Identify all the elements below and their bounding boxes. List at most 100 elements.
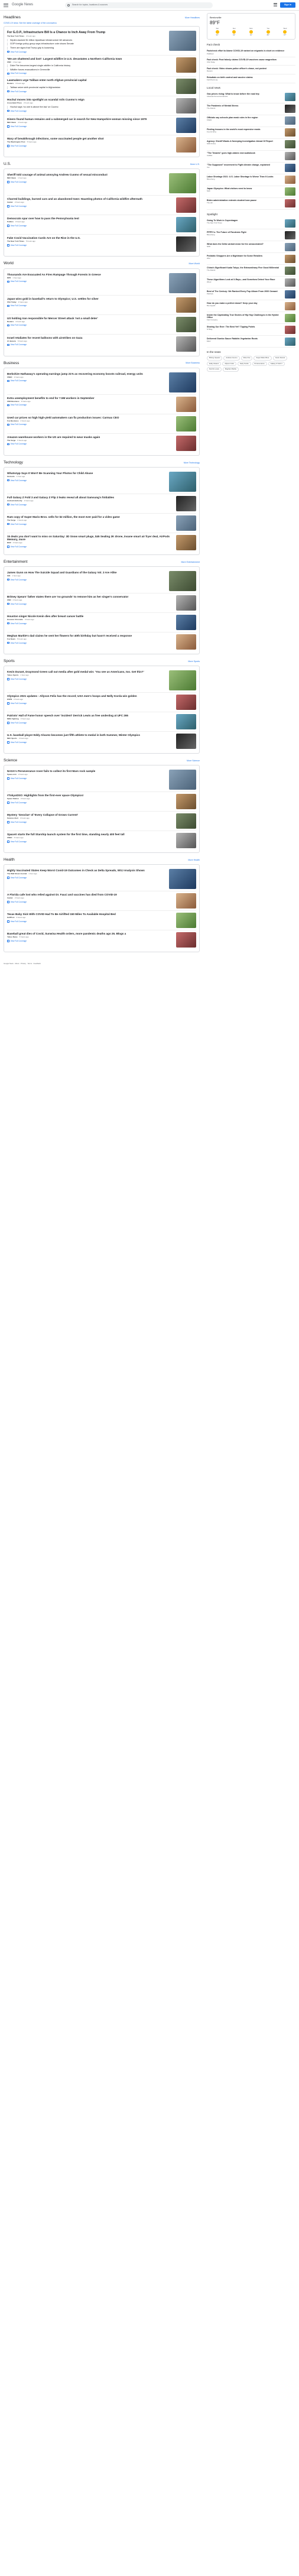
full-coverage-link[interactable]: View Full Coverage	[7, 504, 173, 506]
side-item-thumbnail[interactable]	[285, 176, 295, 184]
story-headline[interactable]: Amazon warehouse workers in the US are r…	[7, 436, 173, 439]
side-item-thumbnail[interactable]	[285, 337, 295, 346]
spotlight-item[interactable]: Best of The Century: We Ranked Every Pop…	[207, 288, 295, 301]
full-coverage-link[interactable]: View Full Coverage	[7, 901, 173, 903]
search-input[interactable]: Search for topics, locations & sources	[72, 4, 108, 6]
side-item-headline[interactable]: "The Supposed" movement to Fight climate…	[207, 164, 282, 166]
full-coverage-link[interactable]: View Full Coverage	[7, 777, 165, 780]
weather-card[interactable]: Bentonville 89°F Sat 90° Sun 92° Mon 91° Tue 88…	[207, 13, 295, 40]
topic-chip[interactable]: Andrew Cuomo	[223, 356, 240, 361]
menu-icon[interactable]	[4, 3, 8, 7]
factcheck-item[interactable]: Fact check: Video shows police officer's…	[207, 66, 295, 75]
story-source[interactable]: Gizmodo	[7, 475, 15, 478]
sub-story[interactable]: GOP foreign policy group says infrastruc…	[7, 43, 165, 46]
side-item-headline[interactable]: Pediatric Shoppers Are a Nightmare for S…	[207, 255, 282, 257]
story-source[interactable]: BGR	[7, 541, 11, 544]
story-thumbnail[interactable]	[176, 435, 196, 451]
side-item-thumbnail[interactable]	[285, 231, 295, 239]
full-coverage-link[interactable]: View Full Coverage	[7, 51, 165, 53]
story-item[interactable]: Highly Vaccinated States Keep Worst Covi…	[7, 867, 196, 892]
story-source[interactable]: MMA Fighting	[7, 718, 19, 720]
story-source[interactable]: Politico	[7, 220, 14, 223]
story-source[interactable]: NPR	[7, 277, 11, 279]
story-item[interactable]: 'We are shattered and lost': Largest wil…	[7, 56, 196, 77]
side-item-thumbnail[interactable]	[285, 301, 295, 310]
story-item[interactable]: Mystery 'Geoclue' of 'Every Collapse of …	[7, 812, 196, 832]
full-coverage-link[interactable]: View Full Coverage	[7, 244, 173, 246]
spotlight-item[interactable]: Sharing Our Ever: The Best Yet? Tipping …	[207, 324, 295, 336]
story-item[interactable]: Dinero found human remains and a submerg…	[7, 116, 196, 136]
local-item[interactable]: Finding lessons in the world's most expe…	[207, 127, 295, 139]
story-thumbnail[interactable]	[176, 714, 196, 730]
side-item-headline[interactable]: Best of The Century: We Ranked Every Pop…	[207, 290, 282, 293]
story-thumbnail[interactable]	[169, 173, 196, 194]
topic-chip[interactable]: Kevin Durant	[272, 356, 288, 361]
story-item[interactable]: Democrats spar over how to pass the Penn…	[7, 215, 196, 235]
full-coverage-link[interactable]: View Full Coverage	[7, 821, 173, 823]
story-headline[interactable]: WhatsApp Says It Won't Be Scanning Your …	[7, 472, 165, 475]
story-headline[interactable]: Japan wins gold in baseball's return to …	[7, 297, 173, 301]
side-item-thumbnail[interactable]	[285, 187, 295, 196]
story-headline[interactable]: Charred buildings, burned cars and an ab…	[7, 197, 173, 201]
story-headline[interactable]: James Gunn on How The Suicide Squad and …	[7, 571, 165, 575]
side-item-thumbnail[interactable]	[285, 199, 295, 208]
story-headline[interactable]: U.S. baseball player Eddy Alvarez become…	[7, 734, 173, 737]
story-item[interactable]: Fake Covid Vaccination Cards Are on the …	[7, 235, 196, 254]
story-item[interactable]: NASA's Perseverance rover fails to colle…	[7, 768, 196, 793]
topic-chip[interactable]: Derrick Lewis	[207, 367, 222, 372]
sub-story-headline[interactable]: Dixie Fire becomes largest single wildfi…	[10, 64, 173, 67]
story-source[interactable]: HuffPost	[7, 916, 15, 919]
side-item-thumbnail[interactable]	[285, 266, 295, 275]
side-item-headline[interactable]: Fact check: Video shows police officer's…	[207, 67, 295, 70]
spotlight-item[interactable]: These Algorithms Look at X-Rays—and Some…	[207, 277, 295, 289]
story-headline[interactable]: Fake Covid Vaccination Cards Are on the …	[7, 236, 173, 240]
story-thumbnail[interactable]	[176, 614, 196, 630]
side-item-thumbnail[interactable]	[285, 152, 295, 161]
story-source[interactable]: NBC News	[7, 177, 16, 180]
story-source[interactable]: Houston Chronicle	[7, 618, 23, 621]
sub-story[interactable]: Wyden-backed $1 trillion bipartisan infr…	[7, 38, 165, 42]
story-headline[interactable]: Democrats spar over how to pass the Penn…	[7, 217, 173, 220]
sub-story[interactable]: Taliban seize sixth provincial capital i…	[7, 86, 173, 89]
full-coverage-link[interactable]: View Full Coverage	[7, 145, 173, 147]
story-thumbnail[interactable]	[176, 595, 196, 611]
story-thumbnail[interactable]	[176, 297, 196, 313]
story-source[interactable]: Science Alert	[7, 817, 18, 819]
story-item[interactable]: 15 deals you don't want to miss on Satur…	[7, 533, 196, 552]
story-item[interactable]: Sheriff told courage of animal annoying …	[7, 171, 196, 196]
more-us-link[interactable]: More U.S.	[190, 163, 200, 166]
story-thumbnail[interactable]	[169, 869, 196, 890]
side-item-headline[interactable]: Japan Olympics: What visitors need to kn…	[207, 187, 282, 190]
full-coverage-link[interactable]: View Full Coverage	[7, 523, 173, 525]
full-coverage-link[interactable]: View Full Coverage	[7, 546, 173, 548]
full-coverage-link[interactable]: View Full Coverage	[7, 90, 173, 93]
side-item-headline[interactable]: Finding lessons in the world's most expe…	[207, 128, 282, 131]
story-thumbnail[interactable]	[169, 770, 196, 790]
spotlight-item[interactable]: PPPPr's: The Future of Pandemic Fight Blo…	[207, 229, 295, 242]
story-headline[interactable]: Kevin Durant, Draymond Green call out me…	[7, 670, 165, 674]
side-item-thumbnail[interactable]	[285, 325, 295, 334]
story-headline[interactable]: 15 deals you don't want to miss on Satur…	[7, 535, 173, 541]
story-thumbnail[interactable]	[176, 416, 196, 432]
story-source[interactable]: CNBC	[7, 376, 12, 378]
side-item-thumbnail[interactable]	[285, 105, 295, 113]
side-item-headline[interactable]: Labor Shortage 2021: U.S. Labor Shortage…	[207, 176, 282, 178]
story-thumbnail[interactable]	[176, 495, 196, 511]
full-coverage-link[interactable]: View Full Coverage	[7, 324, 173, 326]
sub-story-headline[interactable]: Taliban seize sixth provincial capital i…	[10, 86, 173, 89]
topic-chip[interactable]: Super Mario Bros.	[254, 356, 272, 361]
sub-story[interactable]: Wildfire forces evacuations in Greenvill…	[7, 68, 173, 72]
story-item[interactable]: Thousands Are Evacuated As Fires Rampage…	[7, 271, 196, 296]
full-coverage-link[interactable]: View Full Coverage	[7, 72, 173, 74]
more-science-link[interactable]: More Science	[187, 760, 200, 762]
side-item-thumbnail[interactable]	[285, 278, 295, 287]
story-headline[interactable]: Thousands Are Evacuated As Fires Rampage…	[7, 273, 165, 277]
topic-chip[interactable]: Meghan Markle	[222, 367, 239, 372]
story-headline[interactable]: Houston singer Nicole Kenin dies after b…	[7, 615, 173, 618]
story-source[interactable]: CNN	[7, 599, 11, 601]
story-thumbnail[interactable]	[176, 634, 196, 650]
story-source[interactable]: Insider	[7, 201, 13, 204]
story-thumbnail[interactable]	[176, 98, 196, 114]
story-headline[interactable]: Lawmakers urge Taliban enter north Afgha…	[7, 79, 173, 82]
side-item-headline[interactable]: Officials say schools plan mask rules in…	[207, 116, 282, 119]
